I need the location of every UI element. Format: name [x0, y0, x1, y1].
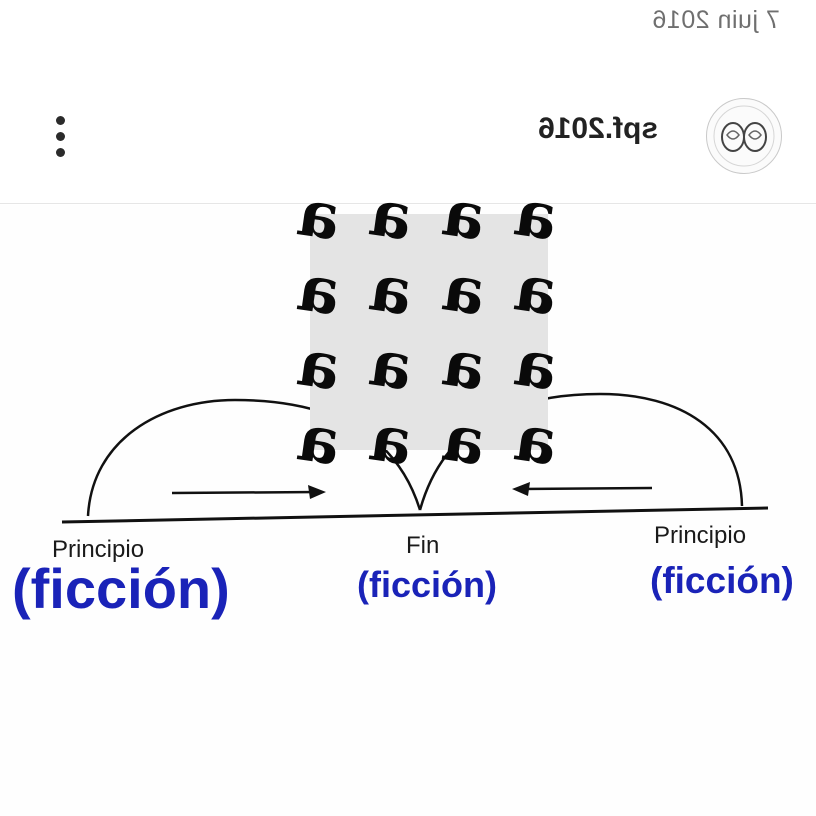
- annotation-ficcion-left: (ficción): [12, 557, 230, 620]
- baseline: [61, 506, 769, 524]
- scrambled-glyph: a: [437, 174, 490, 256]
- scrambled-glyph: a: [437, 324, 490, 406]
- scrambled-glyph: a: [510, 324, 562, 406]
- scrambled-glyph: a: [365, 249, 417, 331]
- scrambled-glyph: a: [292, 399, 345, 481]
- annotation-ficcion-right: (ficción): [650, 560, 794, 601]
- scrambled-glyph: a: [365, 399, 417, 481]
- scrambled-glyph: a: [292, 249, 345, 331]
- scrambled-glyph: a: [510, 249, 562, 331]
- scrambled-glyph: a: [437, 249, 490, 331]
- scrambled-glyph: a: [437, 399, 490, 481]
- scrambled-glyph: a: [292, 174, 345, 256]
- scrambled-glyph: a: [292, 324, 345, 406]
- right-arrow-head: [512, 482, 530, 496]
- scrambled-glyph: a: [365, 174, 417, 256]
- left-arrow-head: [308, 485, 326, 499]
- right-arrow-shaft: [519, 486, 653, 491]
- scrambled-glyph: a: [365, 324, 417, 406]
- label-fin: Fin: [406, 532, 440, 559]
- label-principio-right: Principio: [654, 522, 747, 549]
- scrambled-glyph: a: [510, 399, 562, 481]
- scrambled-glyph: a: [510, 174, 562, 256]
- annotation-ficcion-center: (ficción): [357, 564, 497, 605]
- left-arrow-shaft: [171, 490, 319, 495]
- scrambled-glyph-grid: a a a a a a a a a a a a a a a a: [282, 174, 572, 481]
